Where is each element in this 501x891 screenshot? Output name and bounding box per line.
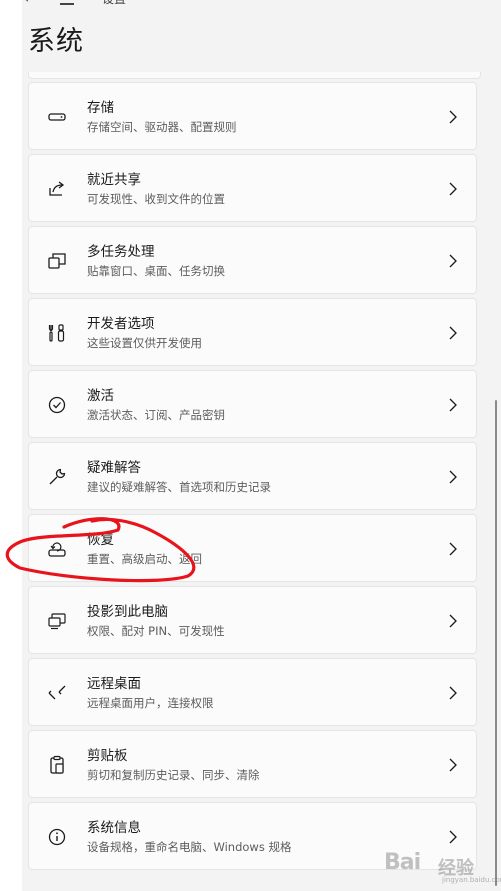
chevron-right-icon [448, 397, 458, 413]
settings-window: ← 设置 系统 存储 存储空间、驱动器、配置规则 就近共享 可发现性、收到文件的… [22, 0, 501, 891]
share-icon [47, 179, 67, 199]
clipboard-icon [47, 755, 67, 775]
vertical-scrollbar[interactable] [495, 400, 497, 886]
watermark-url: jingyan.baidu.com [442, 876, 501, 884]
settings-item-troubleshoot[interactable]: 疑难解答 建议的疑难解答、首选项和历史记录 [28, 442, 477, 510]
activation-check-icon [47, 395, 67, 415]
settings-item-description: 贴靠窗口、桌面、任务切换 [87, 264, 225, 278]
settings-item-description: 设备规格，重命名电脑、Windows 规格 [87, 840, 292, 854]
chevron-right-icon [448, 181, 458, 197]
settings-item-storage[interactable]: 存储 存储空间、驱动器、配置规则 [28, 82, 477, 150]
wrench-icon [47, 467, 67, 487]
settings-item-multitasking[interactable]: 多任务处理 贴靠窗口、桌面、任务切换 [28, 226, 477, 294]
settings-item-description: 远程桌面用户，连接权限 [87, 696, 214, 710]
settings-item-description: 重置、高级启动、返回 [87, 552, 202, 566]
settings-item-description: 权限、配对 PIN、可发现性 [87, 624, 225, 638]
settings-item-description: 可发现性、收到文件的位置 [87, 192, 225, 206]
settings-item-label: 投影到此电脑 [87, 604, 168, 620]
developer-tools-icon [47, 323, 67, 343]
nav-title: 设置 [102, 0, 126, 8]
chevron-right-icon [448, 469, 458, 485]
baidu-watermark: Bai 经验 jingyan.baidu.com [384, 842, 501, 888]
title-bar: ← 设置 [22, 0, 501, 12]
settings-item-description: 这些设置仅供开发使用 [87, 336, 202, 350]
chevron-right-icon [448, 613, 458, 629]
remote-desktop-icon [47, 683, 67, 703]
settings-item-label: 就近共享 [87, 172, 141, 188]
settings-item-description: 剪切和复制历史记录、同步、清除 [87, 768, 260, 782]
settings-item-description: 存储空间、驱动器、配置规则 [87, 120, 237, 134]
previous-card-edge [28, 72, 481, 79]
projection-icon [47, 611, 67, 631]
settings-item-label: 开发者选项 [87, 316, 155, 332]
back-arrow-icon[interactable]: ← [24, 0, 38, 8]
watermark-latin: Bai [384, 850, 421, 875]
settings-item-projecting[interactable]: 投影到此电脑 权限、配对 PIN、可发现性 [28, 586, 477, 654]
settings-item-label: 恢复 [87, 532, 114, 548]
chevron-right-icon [448, 253, 458, 269]
settings-item-label: 存储 [87, 100, 114, 116]
settings-item-description: 建议的疑难解答、首选项和历史记录 [87, 480, 271, 494]
chevron-right-icon [448, 325, 458, 341]
page-title: 系统 [28, 26, 84, 57]
settings-item-label: 远程桌面 [87, 676, 141, 692]
settings-item-label: 激活 [87, 388, 114, 404]
storage-icon [47, 107, 67, 127]
multitasking-icon [47, 251, 67, 271]
recovery-icon [47, 539, 67, 559]
settings-item-label: 剪贴板 [87, 748, 128, 764]
chevron-right-icon [448, 757, 458, 773]
settings-item-activation[interactable]: 激活 激活状态、订阅、产品密钥 [28, 370, 477, 438]
settings-item-label: 多任务处理 [87, 244, 155, 260]
chevron-right-icon [448, 685, 458, 701]
settings-item-clipboard[interactable]: 剪贴板 剪切和复制历史记录、同步、清除 [28, 730, 477, 798]
settings-item-developer-options[interactable]: 开发者选项 这些设置仅供开发使用 [28, 298, 477, 366]
settings-item-label: 系统信息 [87, 820, 141, 836]
settings-item-nearby-sharing[interactable]: 就近共享 可发现性、收到文件的位置 [28, 154, 477, 222]
settings-item-remote-desktop[interactable]: 远程桌面 远程桌面用户，连接权限 [28, 658, 477, 726]
settings-item-description: 激活状态、订阅、产品密钥 [87, 408, 225, 422]
settings-item-recovery[interactable]: 恢复 重置、高级启动、返回 [28, 514, 477, 582]
chevron-right-icon [448, 109, 458, 125]
left-edge-strip [0, 0, 22, 891]
chevron-right-icon [448, 541, 458, 557]
info-icon [47, 827, 67, 847]
hamburger-menu-icon[interactable] [60, 0, 74, 6]
settings-item-label: 疑难解答 [87, 460, 141, 476]
